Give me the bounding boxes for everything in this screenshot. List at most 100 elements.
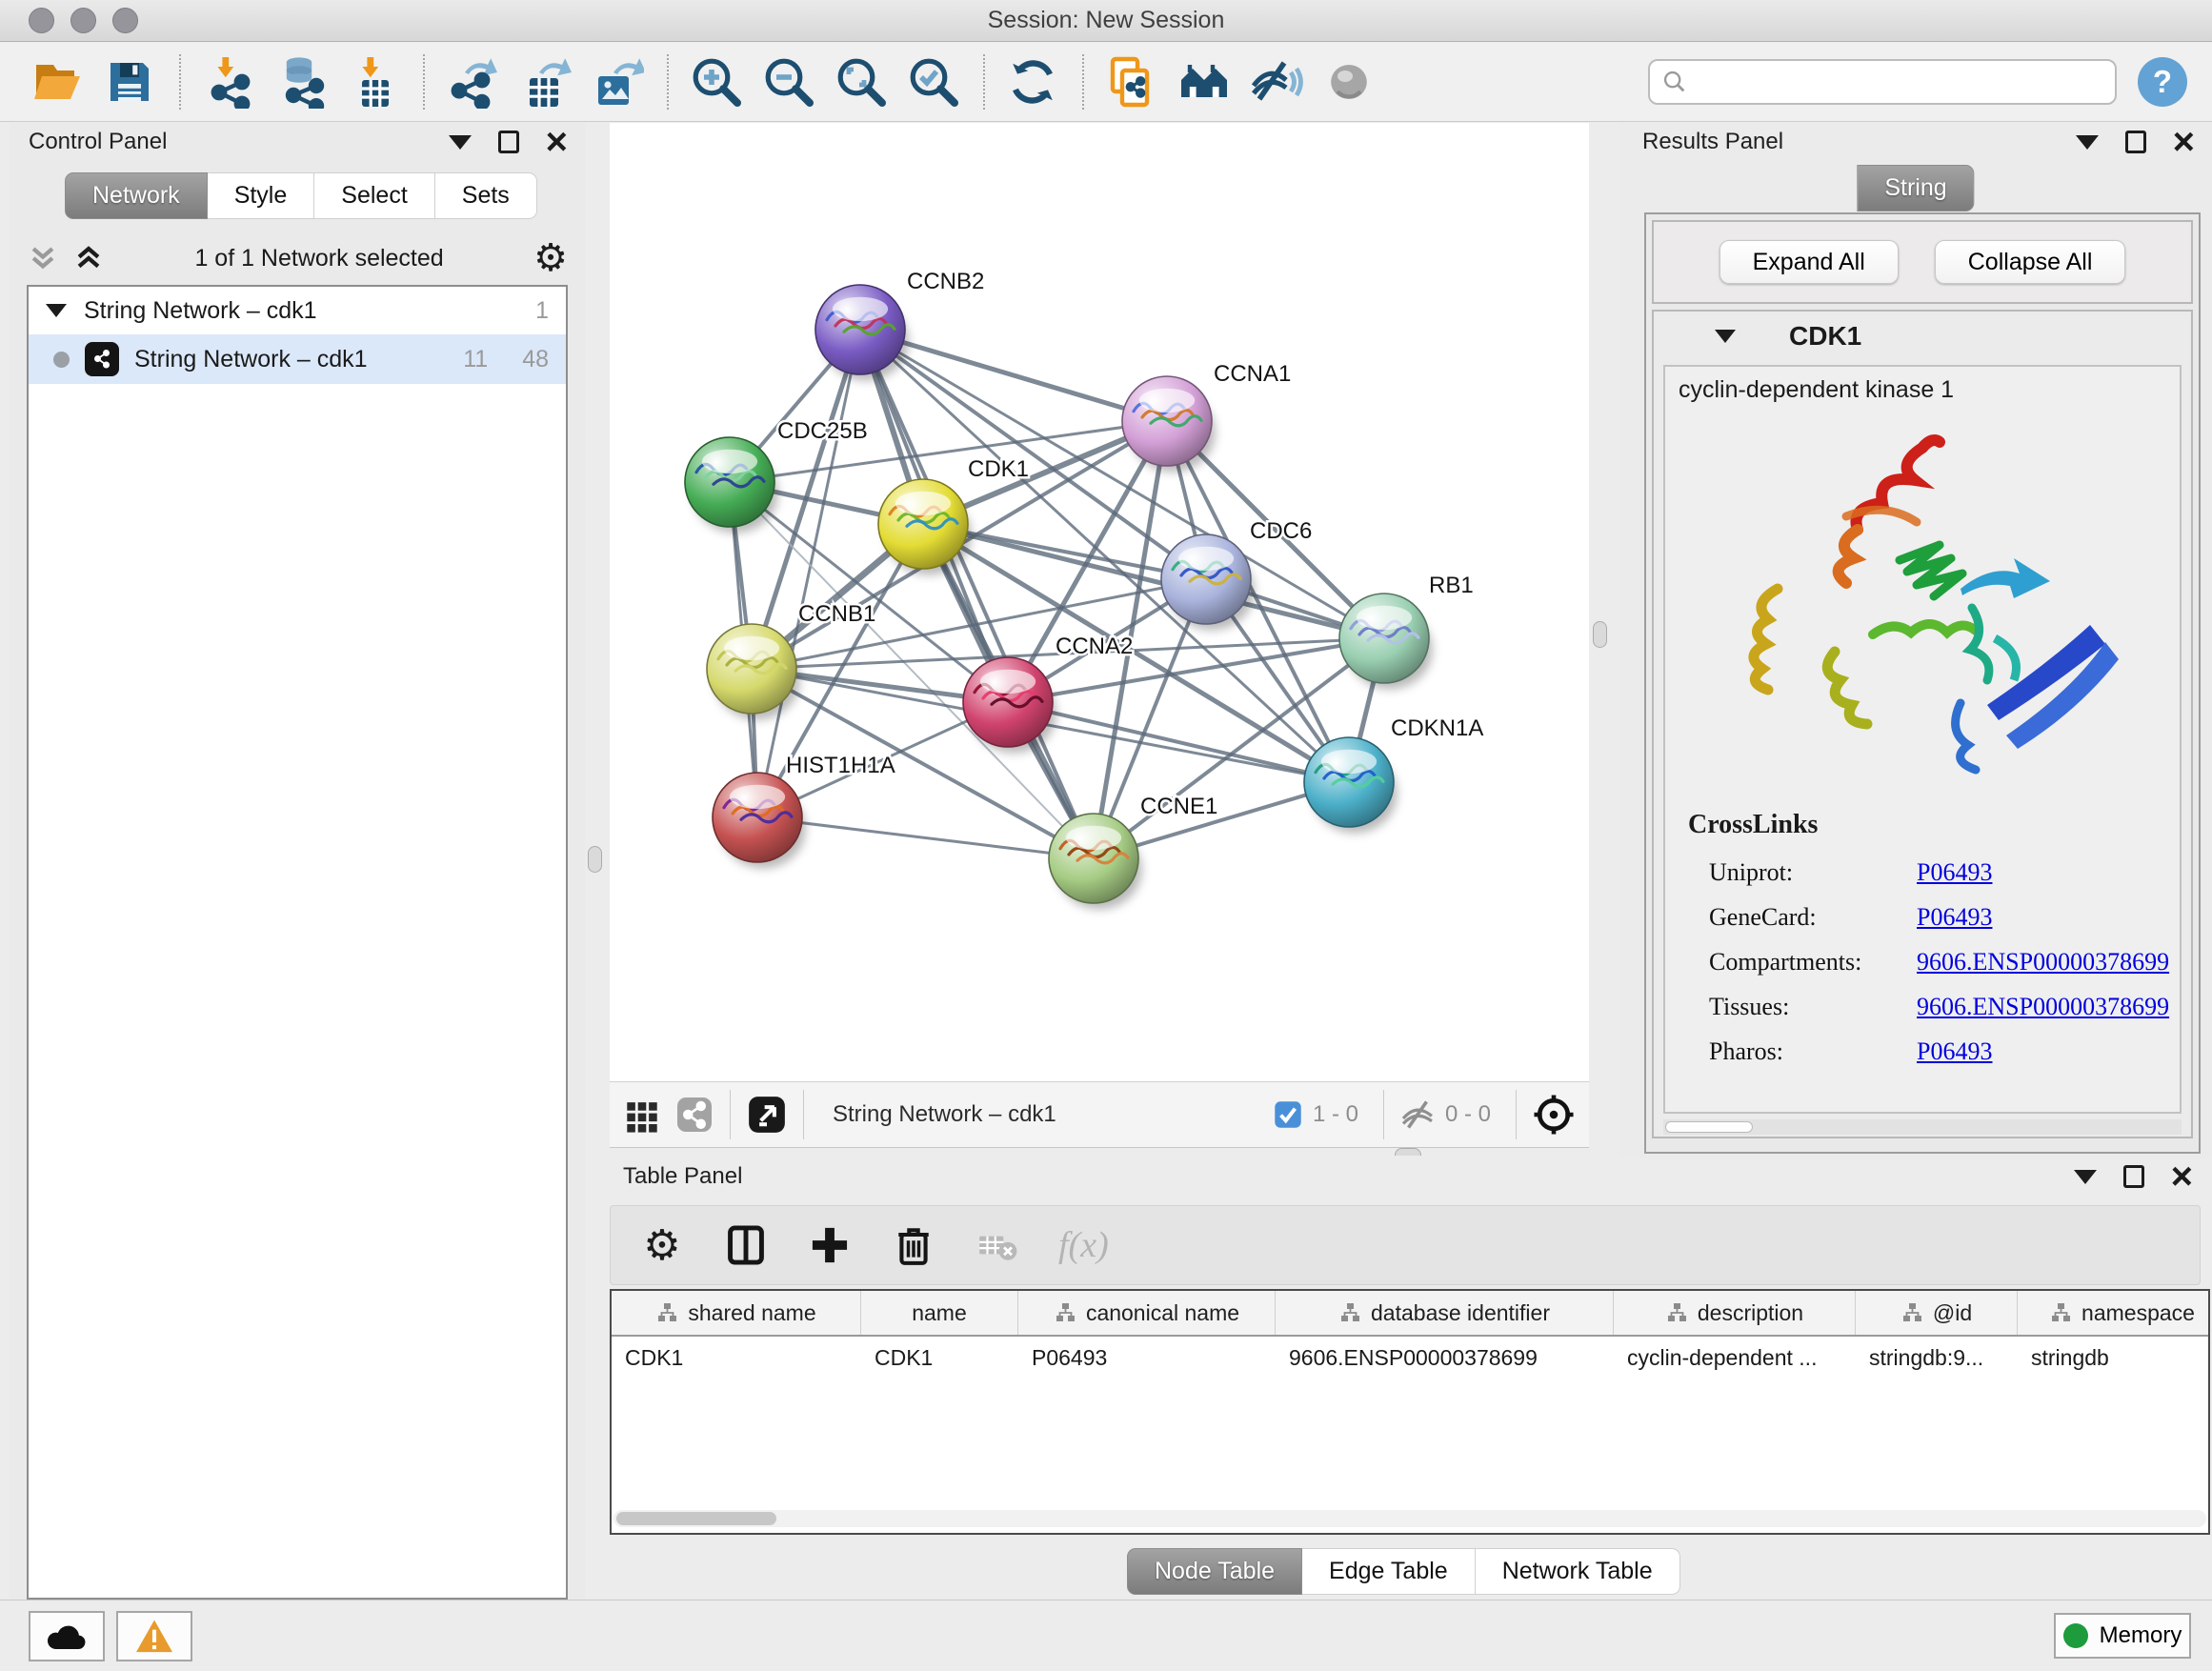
- panel-close-icon[interactable]: ×: [546, 129, 568, 155]
- table-row[interactable]: CDK1CDK1P064939606.ENSP00000378699cyclin…: [612, 1337, 2208, 1380]
- left-splitter-handle[interactable]: [588, 846, 602, 873]
- import-network-database-button[interactable]: [272, 51, 330, 112]
- node-table[interactable]: shared namenamecanonical namedatabase id…: [610, 1289, 2210, 1535]
- expand-all-button[interactable]: Expand All: [1719, 240, 1899, 284]
- zoom-selected-button[interactable]: [905, 51, 962, 112]
- open-session-button[interactable]: [29, 51, 86, 112]
- table-settings-gear-icon[interactable]: ⚙: [639, 1221, 685, 1270]
- save-session-button[interactable]: [101, 51, 158, 112]
- hidden-eye-icon[interactable]: [1399, 1097, 1436, 1133]
- tab-network[interactable]: Network: [65, 172, 208, 219]
- new-network-from-selection-button[interactable]: [1103, 51, 1160, 112]
- refresh-button[interactable]: [1004, 51, 1061, 112]
- column-header-name[interactable]: name: [861, 1291, 1018, 1335]
- crosslink-link[interactable]: 9606.ENSP00000378699: [1917, 993, 2169, 1021]
- table-cell[interactable]: CDK1: [612, 1337, 861, 1380]
- panel-close-icon[interactable]: ×: [2171, 1163, 2193, 1190]
- table-cell[interactable]: 9606.ENSP00000378699: [1276, 1337, 1614, 1380]
- grid-view-button[interactable]: [623, 1096, 661, 1134]
- tab-select[interactable]: Select: [314, 172, 434, 219]
- table-cell[interactable]: stringdb:9...: [1856, 1337, 2018, 1380]
- network-edge[interactable]: [757, 817, 1094, 858]
- tab-style[interactable]: Style: [208, 172, 315, 219]
- search-input[interactable]: [1696, 69, 2103, 95]
- export-network-button[interactable]: [444, 51, 501, 112]
- memory-button[interactable]: Memory: [2054, 1613, 2191, 1659]
- column-header-canonical-name[interactable]: canonical name: [1018, 1291, 1276, 1335]
- scrollbar-thumb[interactable]: [616, 1512, 776, 1525]
- detach-view-button[interactable]: [746, 1094, 788, 1136]
- tab-edge-table[interactable]: Edge Table: [1302, 1548, 1476, 1595]
- delete-column-icon[interactable]: [891, 1224, 936, 1266]
- expand-all-icon[interactable]: [72, 242, 105, 274]
- show-all-button[interactable]: [1320, 51, 1377, 112]
- network-node[interactable]: [1304, 737, 1398, 833]
- zoom-out-button[interactable]: [760, 51, 817, 112]
- selected-checkbox-icon[interactable]: [1273, 1099, 1303, 1130]
- crosslink-link[interactable]: 9606.ENSP00000378699: [1917, 948, 2169, 976]
- tab-node-table[interactable]: Node Table: [1127, 1548, 1302, 1595]
- export-image-button[interactable]: [589, 51, 646, 112]
- table-horizontal-scrollbar[interactable]: [613, 1510, 2206, 1527]
- column-header-@id[interactable]: @id: [1856, 1291, 2018, 1335]
- network-node[interactable]: [1161, 534, 1255, 630]
- hide-selected-button[interactable]: [1248, 51, 1305, 112]
- import-table-button[interactable]: [345, 51, 402, 112]
- network-node[interactable]: [713, 773, 806, 868]
- network-collection-row[interactable]: String Network – cdk1 1: [29, 287, 566, 334]
- add-column-icon[interactable]: [807, 1223, 853, 1267]
- panel-minimize-icon[interactable]: [2076, 135, 2099, 150]
- toggle-column-icon[interactable]: [723, 1223, 769, 1267]
- network-row-selected[interactable]: String Network – cdk1 11 48: [29, 334, 566, 384]
- network-node[interactable]: [878, 479, 972, 574]
- table-cell[interactable]: CDK1: [861, 1337, 1018, 1380]
- column-header-shared-name[interactable]: shared name: [612, 1291, 861, 1335]
- export-table-button[interactable]: [516, 51, 573, 112]
- table-cell[interactable]: stringdb: [2018, 1337, 2210, 1380]
- network-node[interactable]: [685, 437, 778, 533]
- help-button[interactable]: ?: [2138, 57, 2187, 107]
- cloud-button[interactable]: [29, 1611, 105, 1661]
- warning-button[interactable]: [116, 1611, 192, 1661]
- crosslink-link[interactable]: P06493: [1917, 903, 1992, 932]
- panel-minimize-icon[interactable]: [449, 135, 472, 150]
- panel-float-icon[interactable]: [2125, 131, 2146, 153]
- network-node[interactable]: [1339, 594, 1433, 689]
- network-edge[interactable]: [860, 330, 1094, 858]
- panel-minimize-icon[interactable]: [2074, 1170, 2097, 1184]
- crosslink-link[interactable]: P06493: [1917, 1037, 1992, 1066]
- collapse-all-icon[interactable]: [27, 242, 59, 274]
- current-network-dot-icon: [53, 352, 70, 368]
- collapse-all-button[interactable]: Collapse All: [1935, 240, 2126, 284]
- network-view-canvas[interactable]: CCNB2CCNA1CDC25BCDK1CDC6RB1CCNB1CCNA2CDK…: [610, 123, 1589, 1081]
- panel-close-icon[interactable]: ×: [2173, 129, 2195, 155]
- zoom-in-button[interactable]: [688, 51, 745, 112]
- network-edge[interactable]: [1008, 702, 1349, 782]
- network-node[interactable]: [1122, 376, 1216, 472]
- tab-sets[interactable]: Sets: [435, 172, 537, 219]
- expander-icon[interactable]: [46, 304, 67, 317]
- gene-header[interactable]: CDK1: [1654, 312, 2191, 361]
- tab-string[interactable]: String: [1857, 165, 1974, 211]
- panel-float-icon[interactable]: [498, 131, 519, 153]
- import-network-file-button[interactable]: [200, 51, 257, 112]
- scrollbar-thumb[interactable]: [1665, 1121, 1753, 1133]
- network-options-gear-icon[interactable]: ⚙: [533, 239, 568, 277]
- first-neighbors-button[interactable]: [1176, 51, 1233, 112]
- results-scrollbar[interactable]: [1663, 1119, 2182, 1135]
- zoom-fit-button[interactable]: [833, 51, 890, 112]
- table-cell[interactable]: P06493: [1018, 1337, 1276, 1380]
- tab-network-table[interactable]: Network Table: [1476, 1548, 1680, 1595]
- center-view-button[interactable]: [1532, 1093, 1576, 1137]
- crosslink-link[interactable]: P06493: [1917, 858, 1992, 887]
- right-splitter-handle[interactable]: [1593, 621, 1607, 648]
- column-header-database-identifier[interactable]: database identifier: [1276, 1291, 1614, 1335]
- table-cell[interactable]: cyclin-dependent ...: [1614, 1337, 1856, 1380]
- network-view-share-button[interactable]: [674, 1095, 714, 1135]
- network-node[interactable]: [1049, 814, 1142, 909]
- column-header-description[interactable]: description: [1614, 1291, 1856, 1335]
- column-header-namespace[interactable]: namespace: [2018, 1291, 2210, 1335]
- node-count: 11: [463, 346, 488, 373]
- expander-icon[interactable]: [1715, 330, 1736, 343]
- panel-float-icon[interactable]: [2123, 1165, 2144, 1188]
